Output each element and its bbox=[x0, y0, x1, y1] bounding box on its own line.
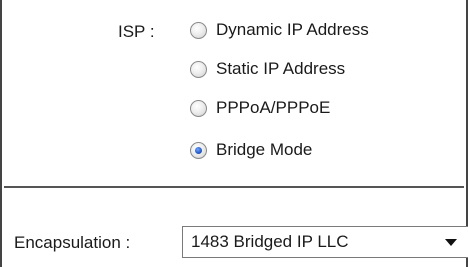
radio-static-ip[interactable] bbox=[190, 60, 207, 78]
isp-option-dynamic-ip[interactable]: Dynamic IP Address bbox=[190, 20, 369, 40]
isp-option-bridge-mode[interactable]: Bridge Mode bbox=[190, 140, 312, 160]
radio-pppoa-pppoe[interactable] bbox=[190, 99, 207, 117]
isp-label: ISP : bbox=[118, 22, 155, 41]
radio-label-dynamic-ip: Dynamic IP Address bbox=[216, 20, 369, 39]
radio-label-pppoa-pppoe: PPPoA/PPPoE bbox=[216, 98, 331, 117]
radio-label-static-ip: Static IP Address bbox=[216, 59, 346, 78]
chevron-down-icon[interactable] bbox=[445, 238, 457, 246]
radio-label-bridge-mode: Bridge Mode bbox=[216, 140, 313, 159]
section-divider bbox=[4, 186, 464, 188]
radio-bridge-mode[interactable] bbox=[190, 141, 207, 159]
radio-dynamic-ip[interactable] bbox=[190, 21, 207, 39]
encapsulation-label: Encapsulation : bbox=[14, 233, 131, 252]
isp-option-pppoa-pppoe[interactable]: PPPoA/PPPoE bbox=[190, 98, 330, 118]
encapsulation-value: 1483 Bridged IP LLC bbox=[191, 232, 349, 251]
settings-panel: ISP : Dynamic IP Address Static IP Addre… bbox=[0, 0, 468, 267]
encapsulation-select[interactable]: 1483 Bridged IP LLC bbox=[182, 226, 468, 258]
isp-option-static-ip[interactable]: Static IP Address bbox=[190, 59, 345, 79]
